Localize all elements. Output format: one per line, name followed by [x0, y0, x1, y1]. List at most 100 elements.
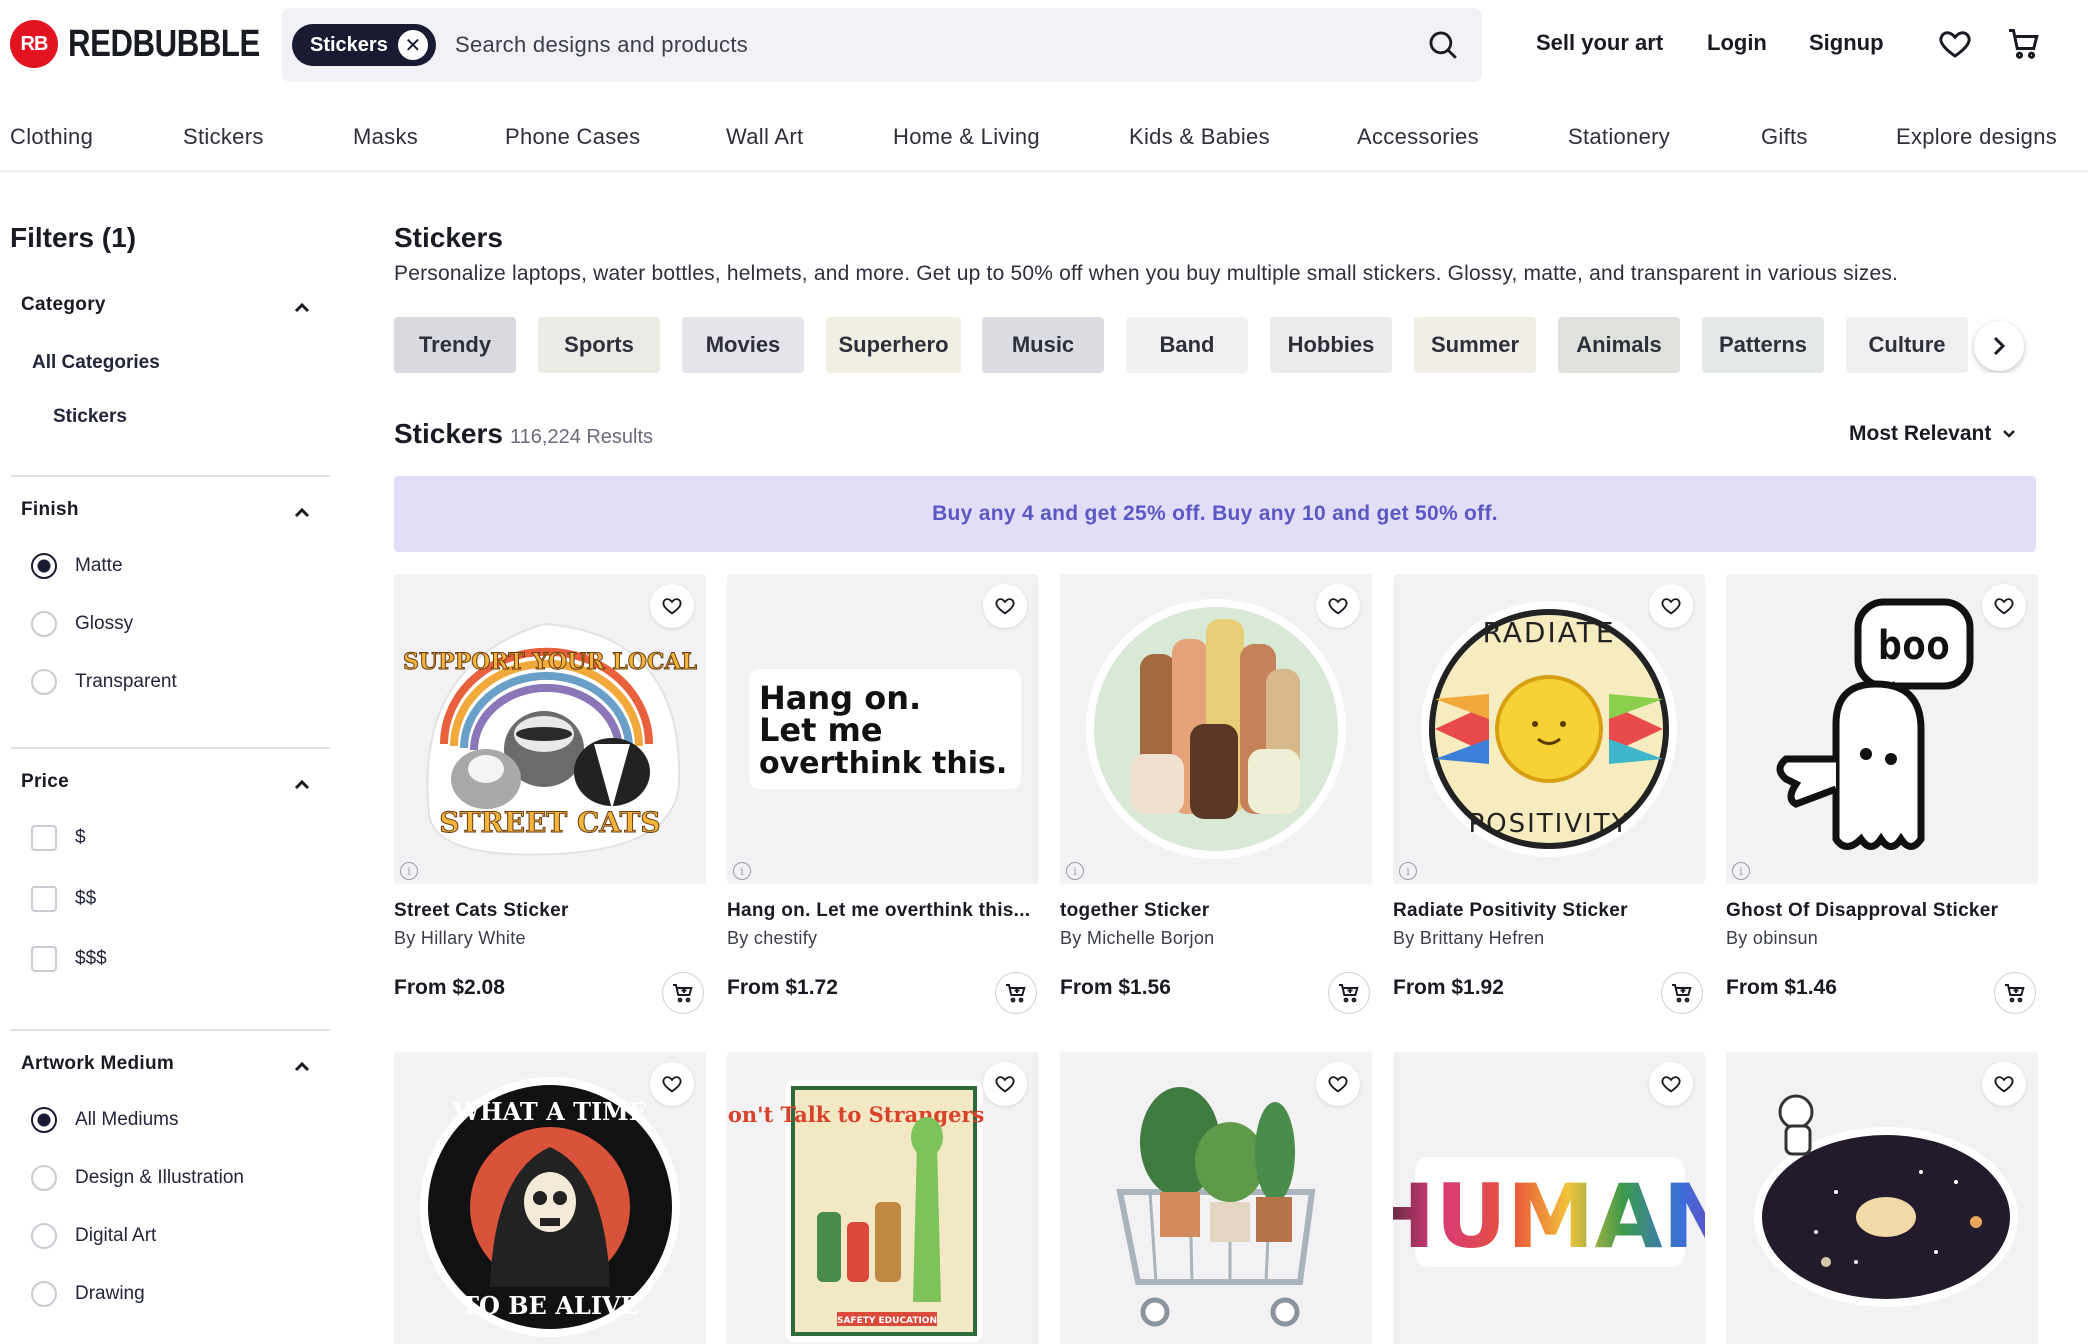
- favorite-button[interactable]: [983, 584, 1027, 628]
- product-title[interactable]: Ghost Of Disapproval Sticker: [1726, 900, 2038, 922]
- product-card[interactable]: WHAT A TIME TO BE ALIVE: [394, 1052, 706, 1344]
- favorite-button[interactable]: [1649, 584, 1693, 628]
- product-image[interactable]: boo i: [1726, 574, 2038, 884]
- nav-kids-babies[interactable]: Kids & Babies: [1129, 124, 1270, 150]
- login-link[interactable]: Login: [1707, 30, 1767, 56]
- favorite-button[interactable]: [650, 1062, 694, 1106]
- finish-option-glossy[interactable]: Glossy: [31, 611, 133, 637]
- product-card[interactable]: [1060, 1052, 1372, 1344]
- favorite-button[interactable]: [1982, 584, 2026, 628]
- finish-option-transparent[interactable]: Transparent: [31, 669, 177, 695]
- pill-hobbies[interactable]: Hobbies: [1270, 317, 1392, 373]
- nav-explore-designs[interactable]: Explore designs: [1896, 124, 2057, 150]
- add-to-cart-button[interactable]: [995, 972, 1037, 1014]
- pill-patterns[interactable]: Patterns: [1702, 317, 1824, 373]
- favorite-button[interactable]: [650, 584, 694, 628]
- product-title[interactable]: Street Cats Sticker: [394, 900, 706, 922]
- product-image[interactable]: SUPPORT YOUR LOCAL STREET CATS i: [394, 574, 706, 884]
- add-to-cart-button[interactable]: [662, 972, 704, 1014]
- radio[interactable]: [31, 1165, 57, 1191]
- chevron-up-icon[interactable]: [292, 300, 312, 314]
- product-artist[interactable]: By Michelle Borjon: [1060, 928, 1214, 949]
- product-card[interactable]: HUMAN: [1393, 1052, 1705, 1344]
- info-icon[interactable]: i: [1732, 862, 1750, 880]
- chevron-up-icon[interactable]: [292, 1059, 312, 1073]
- price-section-title[interactable]: Price: [21, 771, 69, 793]
- info-icon[interactable]: i: [1066, 862, 1084, 880]
- product-artist[interactable]: By Hillary White: [394, 928, 526, 949]
- nav-wall-art[interactable]: Wall Art: [726, 124, 803, 150]
- product-card[interactable]: [1726, 1052, 2038, 1344]
- search-filter-chip[interactable]: Stickers ✕: [292, 24, 436, 66]
- product-image[interactable]: [1726, 1052, 2038, 1344]
- nav-gifts[interactable]: Gifts: [1761, 124, 1808, 150]
- redbubble-logo[interactable]: RB REDBUBBLE: [10, 20, 302, 68]
- product-artist[interactable]: By chestify: [727, 928, 817, 949]
- product-card[interactable]: Don't Talk to Strangers SAFETY EDUCATION: [727, 1052, 1039, 1344]
- radio[interactable]: [31, 611, 57, 637]
- price-option-3[interactable]: $$$: [31, 946, 107, 972]
- favorite-button[interactable]: [1982, 1062, 2026, 1106]
- pill-summer[interactable]: Summer: [1414, 317, 1536, 373]
- pill-band[interactable]: Band: [1126, 317, 1248, 373]
- info-icon[interactable]: i: [400, 862, 418, 880]
- radio-selected[interactable]: [31, 553, 57, 579]
- product-card[interactable]: RADIATE POSITIVITY i Radiate Positivity …: [1393, 574, 1705, 1018]
- cart-icon[interactable]: [2006, 26, 2042, 62]
- remove-chip-icon[interactable]: ✕: [397, 30, 428, 60]
- add-to-cart-button[interactable]: [1328, 972, 1370, 1014]
- product-card[interactable]: SUPPORT YOUR LOCAL STREET CATS i Street …: [394, 574, 706, 1018]
- product-image[interactable]: Hang on. Let me overthink this. i: [727, 574, 1039, 884]
- pill-superhero[interactable]: Superhero: [826, 317, 961, 373]
- product-image[interactable]: RADIATE POSITIVITY i: [1393, 574, 1705, 884]
- pills-next-button[interactable]: [1974, 321, 2024, 371]
- radio[interactable]: [31, 1281, 57, 1307]
- price-option-1[interactable]: $: [31, 825, 86, 851]
- pill-music[interactable]: Music: [982, 317, 1104, 373]
- search-bar[interactable]: Stickers ✕ Search designs and products: [282, 8, 1482, 82]
- medium-option-drawing[interactable]: Drawing: [31, 1281, 145, 1307]
- checkbox[interactable]: [31, 946, 57, 972]
- finish-section-title[interactable]: Finish: [21, 499, 79, 521]
- product-image[interactable]: [1060, 1052, 1372, 1344]
- add-to-cart-button[interactable]: [1994, 972, 2036, 1014]
- favorite-button[interactable]: [1316, 584, 1360, 628]
- favorite-button[interactable]: [1316, 1062, 1360, 1106]
- pill-sports[interactable]: Sports: [538, 317, 660, 373]
- medium-option-design[interactable]: Design & Illustration: [31, 1165, 244, 1191]
- info-icon[interactable]: i: [733, 862, 751, 880]
- product-card[interactable]: Hang on. Let me overthink this. i Hang o…: [727, 574, 1039, 1018]
- medium-option-all[interactable]: All Mediums: [31, 1107, 178, 1133]
- category-all[interactable]: All Categories: [32, 352, 160, 374]
- category-stickers[interactable]: Stickers: [53, 406, 127, 428]
- nav-stationery[interactable]: Stationery: [1568, 124, 1670, 150]
- product-artist[interactable]: By obinsun: [1726, 928, 1818, 949]
- nav-stickers[interactable]: Stickers: [183, 124, 264, 150]
- sell-your-art-link[interactable]: Sell your art: [1536, 30, 1663, 56]
- product-title[interactable]: together Sticker: [1060, 900, 1372, 922]
- search-icon[interactable]: [1426, 28, 1460, 62]
- pill-animals[interactable]: Animals: [1558, 317, 1680, 373]
- nav-clothing[interactable]: Clothing: [10, 124, 93, 150]
- info-icon[interactable]: i: [1399, 862, 1417, 880]
- signup-link[interactable]: Signup: [1809, 30, 1884, 56]
- nav-home-living[interactable]: Home & Living: [893, 124, 1040, 150]
- nav-masks[interactable]: Masks: [353, 124, 418, 150]
- nav-phone-cases[interactable]: Phone Cases: [505, 124, 640, 150]
- chevron-up-icon[interactable]: [292, 505, 312, 519]
- nav-accessories[interactable]: Accessories: [1357, 124, 1479, 150]
- finish-option-matte[interactable]: Matte: [31, 553, 123, 579]
- product-image[interactable]: Don't Talk to Strangers SAFETY EDUCATION: [727, 1052, 1039, 1344]
- product-title[interactable]: Radiate Positivity Sticker: [1393, 900, 1705, 922]
- product-image[interactable]: HUMAN: [1393, 1052, 1705, 1344]
- add-to-cart-button[interactable]: [1661, 972, 1703, 1014]
- radio-selected[interactable]: [31, 1107, 57, 1133]
- checkbox[interactable]: [31, 886, 57, 912]
- medium-option-digital[interactable]: Digital Art: [31, 1223, 156, 1249]
- sort-dropdown[interactable]: Most Relevant: [1849, 422, 2017, 446]
- product-image[interactable]: WHAT A TIME TO BE ALIVE: [394, 1052, 706, 1344]
- product-card[interactable]: i together Sticker By Michelle Borjon Fr…: [1060, 574, 1372, 1018]
- product-title[interactable]: Hang on. Let me overthink this...: [727, 900, 1039, 922]
- pill-movies[interactable]: Movies: [682, 317, 804, 373]
- heart-icon[interactable]: [1937, 26, 1973, 62]
